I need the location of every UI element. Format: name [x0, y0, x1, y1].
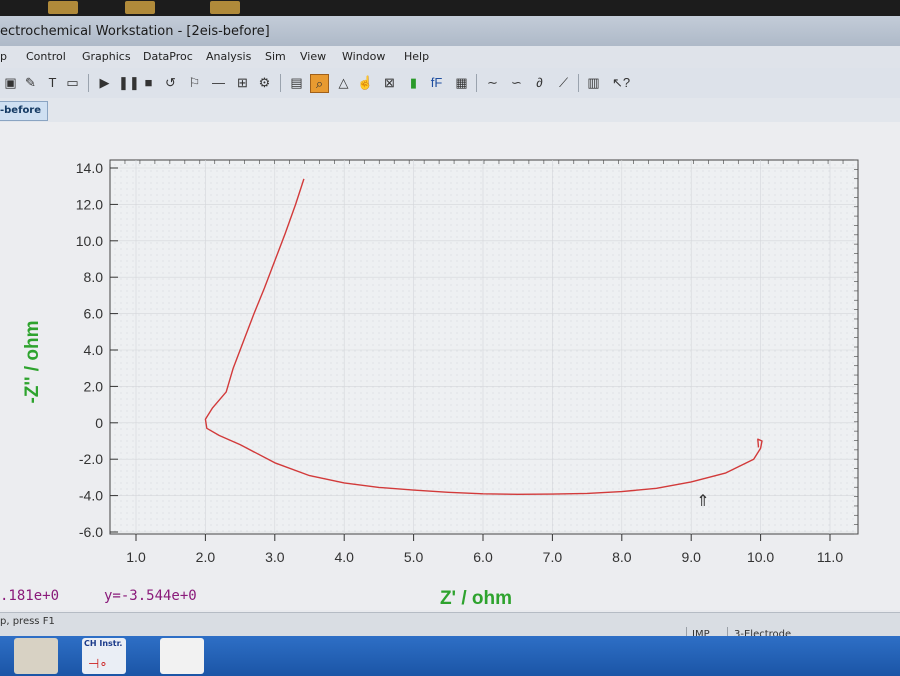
status-hint: p, press F1 [0, 616, 55, 627]
y-tick-label: -6.0 [79, 524, 103, 540]
stop-icon[interactable]: ■ [140, 74, 157, 91]
data-icon[interactable]: ⊠ [381, 74, 398, 91]
settings-icon[interactable]: ⚙ [256, 74, 273, 91]
fit-icon[interactable]: ⟋ [555, 74, 572, 91]
zoom-icon[interactable]: ⌕ [310, 74, 329, 93]
instrument-icon: ⊣∘ [88, 656, 108, 671]
tab-document[interactable]: -before [0, 101, 49, 121]
table-icon[interactable]: ⊞ [234, 74, 251, 91]
y-tick-label: 12.0 [76, 196, 103, 212]
menu-sim[interactable]: Sim [265, 50, 286, 63]
graph-icon[interactable]: ▤ [288, 74, 305, 91]
text-icon[interactable]: T [44, 74, 61, 91]
y-tick-label: 4.0 [84, 342, 104, 358]
undo-icon[interactable]: ↺ [162, 74, 179, 91]
x-tick-label: 9.0 [681, 549, 701, 565]
y-tick-label: -4.0 [79, 488, 103, 504]
y-tick-label: 0 [95, 415, 103, 431]
cursor-icon[interactable]: ☝ [357, 74, 374, 91]
pause-icon[interactable]: ❚❚ [118, 74, 140, 91]
toolbar-separator [88, 74, 89, 92]
desktop-icon[interactable] [125, 1, 155, 14]
y-axis-label: -Z'' / ohm [22, 321, 43, 404]
frame-icon[interactable]: ▭ [64, 74, 81, 91]
y-tick-label: 14.0 [76, 160, 103, 176]
x-tick-label: 11.0 [817, 549, 843, 565]
taskbar-file-icon[interactable] [14, 638, 58, 674]
line-icon[interactable]: — [210, 74, 227, 91]
x-coordinate-readout: .181e+0 [0, 588, 60, 604]
edit-icon[interactable]: ✎ [22, 74, 39, 91]
flag-icon[interactable]: ⚐ [186, 74, 203, 91]
y-tick-label: -2.0 [79, 451, 103, 467]
derivative-icon[interactable]: ∂ [531, 74, 548, 91]
y-coordinate-readout: y=-3.544e+0 [104, 588, 197, 604]
menu-view[interactable]: View [300, 50, 326, 63]
x-tick-label: 5.0 [404, 549, 424, 565]
save-icon[interactable]: ▦ [453, 74, 470, 91]
open-icon[interactable]: ▣ [2, 74, 19, 91]
x-tick-label: 8.0 [612, 549, 632, 565]
menu-graphics[interactable]: Graphics [82, 50, 131, 63]
taskbar-app-button[interactable]: CH Instr. ⊣∘ [82, 638, 126, 674]
window-title: ectrochemical Workstation - [2eis-before… [0, 24, 270, 39]
menu-file[interactable]: p [0, 50, 7, 63]
desktop-icon[interactable] [48, 1, 78, 14]
toolbar-separator [578, 74, 579, 92]
menu-window[interactable]: Window [342, 50, 385, 63]
y-tick-label: 8.0 [84, 269, 104, 285]
toolbar-separator [280, 74, 281, 92]
taskbar: CH Instr. ⊣∘ [0, 636, 900, 676]
toolbar: ▣ ✎ T ▭ ▶ ❚❚ ■ ↺ ⚐ — ⊞ ⚙ ▤ ⌕ △ ☝ ⊠ ▮ fF … [0, 68, 900, 99]
nyquist-chart: 1.0 2.0 3.0 4.0 5.0 6.0 7.0 8.0 9.0 10.0 11.0 -6.0… [22, 159, 859, 609]
cursor-marker-icon: ⇑ [696, 493, 709, 510]
taskbar-app-label: CH Instr. [84, 639, 123, 648]
taskbar-document-icon[interactable] [160, 638, 204, 674]
desktop-top-strip [0, 0, 900, 16]
menu-bar: p Control Graphics DataProc Analysis Sim… [0, 46, 900, 68]
baseline-icon[interactable]: ∽ [508, 74, 525, 91]
x-tick-label: 1.0 [126, 549, 146, 565]
run-icon[interactable]: ▶ [96, 74, 113, 91]
x-tick-label: 6.0 [473, 549, 493, 565]
desktop-icon[interactable] [210, 1, 240, 14]
smooth-icon[interactable]: ∼ [484, 74, 501, 91]
x-tick-label: 7.0 [543, 549, 563, 565]
document-tab-row: -before [0, 98, 900, 122]
x-tick-label: 3.0 [265, 549, 285, 565]
toolbar-separator [476, 74, 477, 92]
peak-icon[interactable]: △ [335, 74, 352, 91]
y-tick-label: 10.0 [76, 233, 103, 249]
x-tick-label: 10.0 [747, 549, 774, 565]
title-bar[interactable]: ectrochemical Workstation - [2eis-before… [0, 16, 900, 46]
app-window: ectrochemical Workstation - [2eis-before… [0, 16, 900, 653]
font-icon[interactable]: fF [428, 74, 445, 91]
x-axis-label: Z' / ohm [440, 588, 512, 609]
x-tick-label: 2.0 [196, 549, 216, 565]
menu-help[interactable]: Help [404, 50, 429, 63]
menu-analysis[interactable]: Analysis [206, 50, 251, 63]
x-tick-label: 4.0 [334, 549, 354, 565]
plot-frame [109, 159, 859, 535]
menu-control[interactable]: Control [26, 50, 66, 63]
plot-area: 1.0 2.0 3.0 4.0 5.0 6.0 7.0 8.0 9.0 10.0 11.0 -6.0… [0, 122, 900, 610]
calculator-icon[interactable]: ▥ [585, 74, 602, 91]
menu-dataproc[interactable]: DataProc [143, 50, 193, 63]
y-tick-label: 2.0 [84, 378, 104, 394]
color-icon[interactable]: ▮ [405, 74, 422, 91]
help-pointer-icon[interactable]: ↖? [612, 74, 630, 91]
y-tick-label: 6.0 [84, 306, 104, 322]
